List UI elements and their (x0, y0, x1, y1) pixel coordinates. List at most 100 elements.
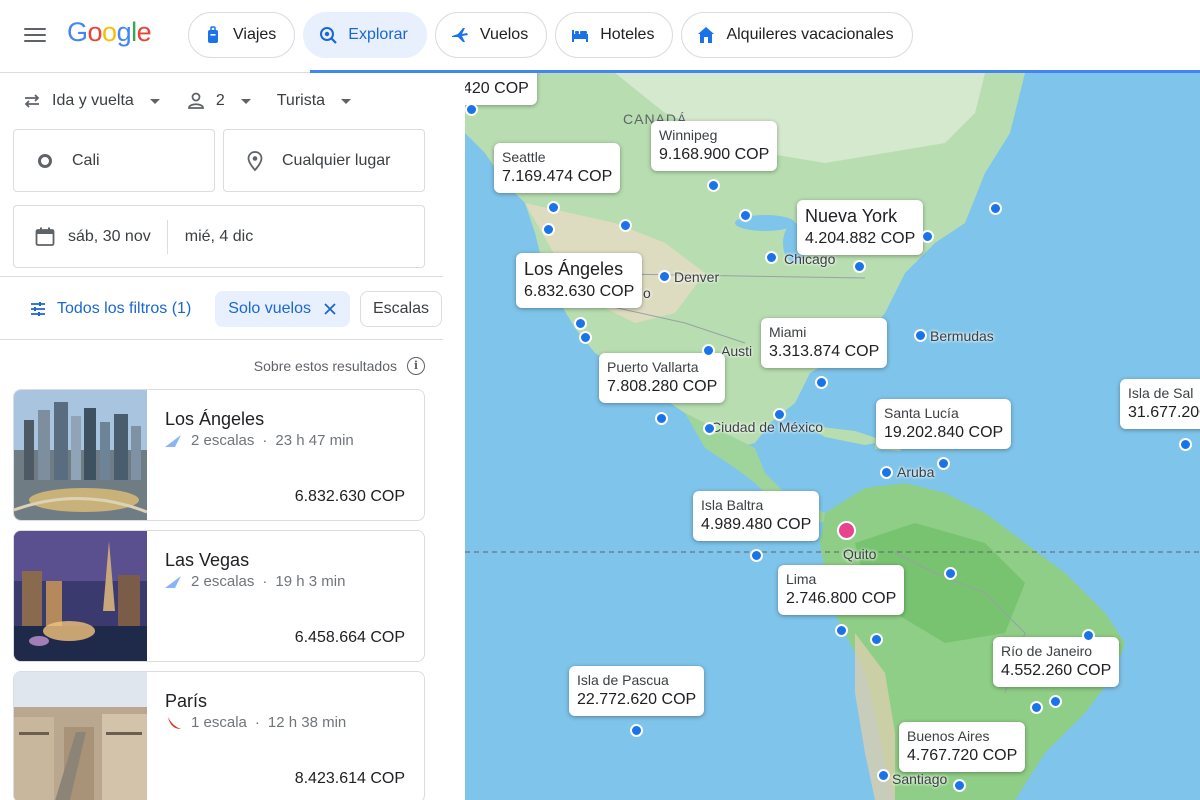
map-pin[interactable] (542, 223, 555, 236)
map-pin[interactable] (702, 344, 715, 357)
search-panel: Ida y vuelta 2 Turista Cali Cualquier lu… (0, 73, 443, 800)
all-filters-button[interactable]: Todos los filtros (1) (13, 291, 205, 327)
origin-marker[interactable] (837, 521, 856, 540)
map-label-isla-de-sal[interactable]: Isla de Sal 31.677.200 (1120, 379, 1200, 429)
trip-type-select[interactable]: Ida y vuelta (22, 89, 160, 113)
card-meta: 2 escalas · 23 h 47 min (165, 432, 354, 449)
tab-label: Alquileres vacacionales (726, 26, 894, 43)
map-label-name: Río de Janeiro (1001, 643, 1093, 659)
map-label-name: Seattle (502, 149, 546, 165)
map-pin[interactable] (815, 376, 828, 389)
map-pin[interactable] (658, 270, 671, 283)
map-label-winnipeg[interactable]: Winnipeg 9.168.900 COP (651, 121, 778, 171)
airline-logo-icon (165, 575, 181, 588)
map-label-seattle[interactable]: Seattle 7.169.474 COP (494, 143, 621, 193)
map-label-santa-lucia[interactable]: Santa Lucía 19.202.840 COP (876, 399, 1012, 449)
tab-alquileres[interactable]: Alquileres vacacionales (681, 12, 913, 58)
stops-chip[interactable]: Escalas (359, 291, 443, 327)
result-card-paris[interactable]: París 1 escala · 12 h 38 min 8.423.614 C… (13, 671, 425, 800)
section-divider (0, 276, 443, 277)
map-pin[interactable] (655, 412, 668, 425)
map-pin[interactable] (870, 633, 883, 646)
map-pin[interactable] (465, 103, 478, 116)
map-pin[interactable] (937, 457, 950, 470)
map-label-price: 6.832.630 COP (524, 283, 635, 300)
map-label-buenos-aires[interactable]: Buenos Aires 4.767.720 COP (899, 722, 1026, 772)
map-pin[interactable] (1082, 629, 1095, 642)
card-title: Los Ángeles (165, 409, 265, 429)
map-pin[interactable] (703, 422, 716, 435)
map-label-isla-baltra[interactable]: Isla Baltra 4.989.480 COP (693, 491, 820, 541)
map-pin[interactable] (765, 251, 778, 264)
map-pin[interactable] (739, 209, 752, 222)
result-card-las-vegas[interactable]: Las Vegas 2 escalas · 19 h 3 min 6.458.6… (13, 530, 425, 662)
map-label-price: 22.772.620 COP (577, 691, 697, 708)
card-duration: 23 h 47 min (275, 432, 354, 449)
map-pin[interactable] (707, 179, 720, 192)
explore-map[interactable]: CANADÁ Denver Chicago Bermudas Ciudad de… (465, 73, 1200, 800)
map-pin[interactable] (914, 329, 927, 342)
map-label-los-angeles[interactable]: Los Ángeles 6.832.630 COP (516, 253, 643, 308)
tab-viajes[interactable]: Viajes (188, 12, 296, 58)
return-date[interactable]: mié, 4 dic (168, 206, 253, 267)
map-pin[interactable] (853, 260, 866, 273)
airline-logo-icon (168, 716, 181, 729)
about-results-label: Sobre estos resultados (253, 358, 397, 374)
map-label-nueva-york[interactable]: Nueva York 4.204.882 COP (797, 200, 924, 255)
chevron-down-icon (341, 98, 352, 104)
map-label-rio-de-janeiro[interactable]: Río de Janeiro 4.552.260 COP (993, 637, 1120, 687)
map-pin[interactable] (773, 408, 786, 421)
map-pin[interactable] (547, 201, 560, 214)
map-pin[interactable] (989, 202, 1002, 215)
close-icon[interactable] (323, 302, 337, 316)
map-pin[interactable] (877, 769, 890, 782)
card-stops: 2 escalas (191, 432, 255, 449)
map-label-isla-de-pascua[interactable]: Isla de Pascua 22.772.620 COP (569, 666, 705, 716)
house-icon (698, 27, 715, 43)
passengers-count: 2 (215, 92, 225, 109)
depart-date[interactable]: sáb, 30 nov (14, 206, 151, 267)
google-logo[interactable]: Google (67, 17, 152, 48)
passengers-select[interactable]: 2 (186, 89, 251, 113)
tab-explorar[interactable]: Explorar (303, 12, 427, 58)
map-pin[interactable] (921, 230, 934, 243)
map-pin[interactable] (944, 567, 957, 580)
map-label-price: 4.767.720 COP (907, 747, 1018, 764)
place-partial: o (643, 285, 651, 301)
main-menu-icon[interactable] (24, 24, 48, 48)
filter-bar: Todos los filtros (1) Solo vuelos Escala… (13, 291, 443, 327)
card-meta: 1 escala · 12 h 38 min (165, 714, 346, 731)
destination-placeholder: Cualquier lugar (282, 151, 391, 169)
map-pin[interactable] (1049, 695, 1062, 708)
result-card-los-angeles[interactable]: Los Ángeles 2 escalas · 23 h 47 min 6.83… (13, 389, 425, 521)
origin-value: Cali (72, 151, 100, 169)
map-pin[interactable] (953, 779, 966, 792)
destination-field[interactable]: Cualquier lugar (223, 129, 425, 192)
map-pin[interactable] (574, 317, 587, 330)
trip-type-label: Ida y vuelta (52, 92, 134, 109)
map-pin[interactable] (630, 724, 643, 737)
tab-vuelos[interactable]: Vuelos (434, 12, 548, 58)
info-icon[interactable]: i (407, 357, 425, 375)
map-pin[interactable] (880, 466, 893, 479)
map-pin[interactable] (579, 331, 592, 344)
map-label-price: 31.677.200 (1128, 404, 1200, 421)
map-pin[interactable] (750, 549, 763, 562)
swap-arrows-icon (24, 94, 40, 108)
map-pin[interactable] (1179, 438, 1192, 451)
map-label-partial[interactable]: 420 COP (465, 73, 537, 105)
los-angeles-photo (14, 390, 147, 520)
map-label-miami[interactable]: Miami 3.313.874 COP (761, 318, 888, 368)
flights-only-chip[interactable]: Solo vuelos (215, 291, 350, 327)
map-pin[interactable] (1030, 701, 1043, 714)
card-title: Las Vegas (165, 550, 250, 570)
map-label-puerto-vallarta[interactable]: Puerto Vallarta 7.808.280 COP (599, 353, 726, 403)
cabin-select[interactable]: Turista (277, 89, 352, 113)
map-label-name: Isla de Sal (1128, 385, 1194, 401)
tab-label: Vuelos (479, 26, 529, 43)
tab-hoteles[interactable]: Hoteles (555, 12, 674, 58)
map-pin[interactable] (835, 624, 848, 637)
map-pin[interactable] (619, 219, 632, 232)
origin-field[interactable]: Cali (13, 129, 215, 192)
map-label-lima[interactable]: Lima 2.746.800 COP (778, 565, 905, 615)
